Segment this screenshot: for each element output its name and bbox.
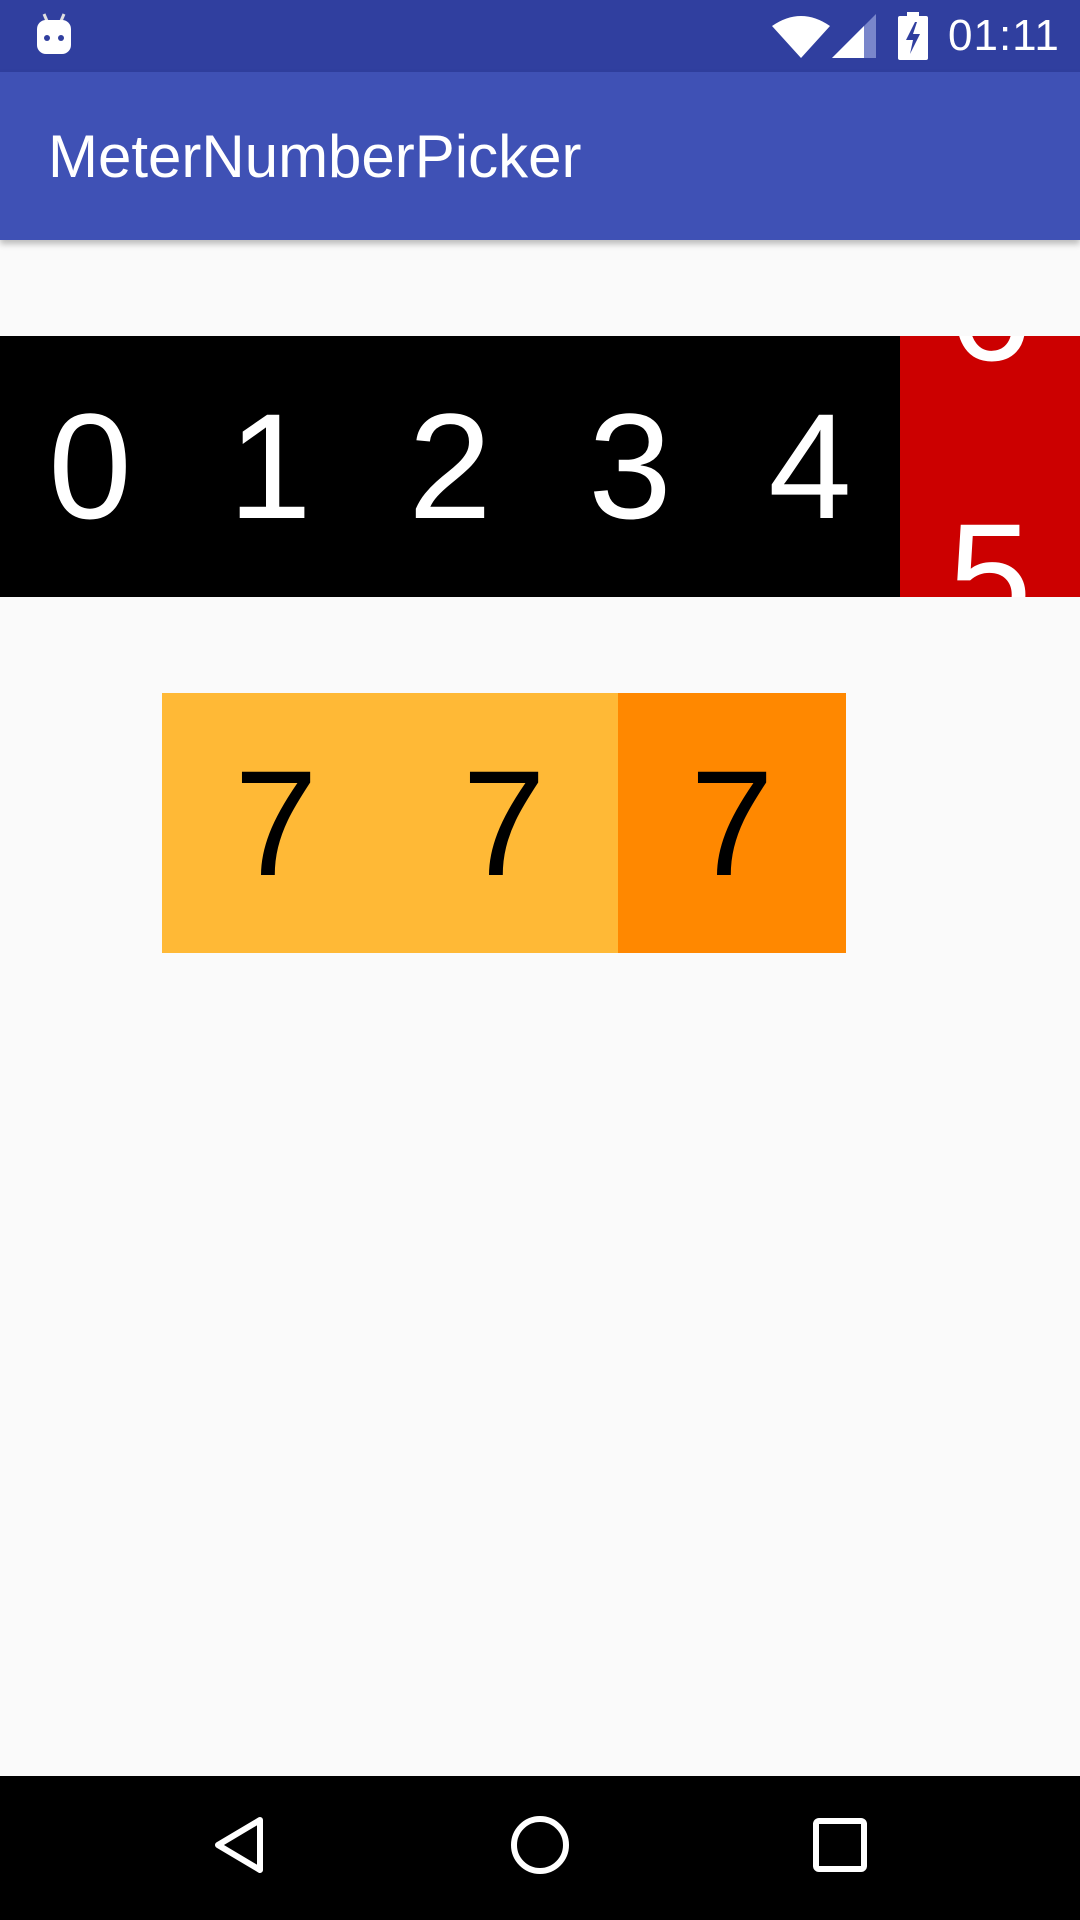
app-title: MeterNumberPicker — [48, 123, 582, 190]
meter2-digit-1[interactable]: 7 — [390, 693, 618, 953]
wifi-icon — [772, 16, 830, 58]
cell-signal-icon — [832, 14, 876, 58]
recents-icon — [813, 1818, 867, 1872]
meter2-digit-0[interactable]: 7 — [162, 693, 390, 953]
recents-button[interactable] — [790, 1798, 890, 1898]
app-bar: MeterNumberPicker — [0, 72, 1080, 240]
home-icon — [511, 1816, 569, 1874]
meter-digit-scrolling[interactable]: 6 5 — [900, 336, 1080, 597]
meter-number-picker-primary[interactable]: 0 1 2 3 4 6 5 — [0, 336, 1080, 597]
home-button[interactable] — [490, 1798, 590, 1898]
navigation-bar — [0, 1776, 1080, 1920]
back-icon — [215, 1817, 263, 1873]
status-bar: 01:11 — [0, 0, 1080, 72]
battery-charging-icon — [898, 12, 928, 60]
meter2-digit-2[interactable]: 7 — [618, 693, 846, 953]
meter-digit-2[interactable]: 2 — [360, 336, 540, 597]
meter-number-picker-secondary[interactable]: 7 7 7 — [162, 693, 846, 953]
back-button[interactable] — [190, 1798, 290, 1898]
scrolling-digit-previous: 6 — [900, 336, 1080, 439]
meter-digit-4[interactable]: 4 — [720, 336, 900, 597]
scrolling-digit-next: 5 — [948, 492, 1032, 597]
meter-digit-1[interactable]: 1 — [180, 336, 360, 597]
android-icon — [37, 13, 71, 54]
status-clock: 01:11 — [948, 11, 1060, 60]
meter-digit-0[interactable]: 0 — [0, 336, 180, 597]
meter-digit-3[interactable]: 3 — [540, 336, 720, 597]
